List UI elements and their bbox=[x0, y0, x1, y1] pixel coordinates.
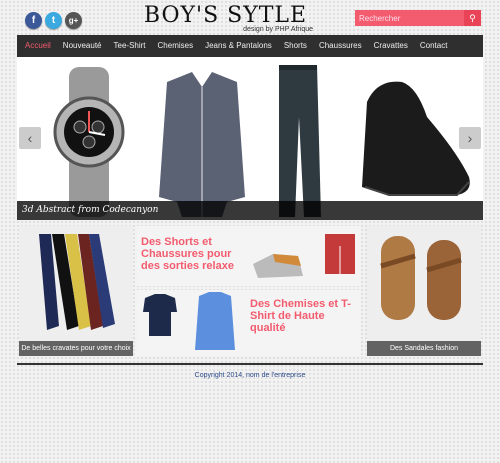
search-input[interactable] bbox=[355, 10, 464, 26]
search-button[interactable]: ⚲ bbox=[464, 10, 481, 26]
slider-next-button[interactable]: › bbox=[459, 127, 481, 149]
promo-sandals[interactable]: Des Sandales fashion bbox=[367, 226, 481, 356]
nav-contact[interactable]: Contact bbox=[414, 35, 454, 57]
shorts-image bbox=[253, 234, 355, 278]
logo-title: BOY'S SYTLE bbox=[143, 3, 308, 28]
promo-shorts[interactable]: Des Shorts et Chaussures pour des sortie… bbox=[137, 226, 361, 286]
twitter-icon[interactable]: t bbox=[45, 12, 62, 29]
ties-image bbox=[39, 234, 115, 330]
search-box: ⚲ bbox=[355, 10, 481, 26]
nav-chemises[interactable]: Chemises bbox=[152, 35, 200, 57]
sandals-image bbox=[380, 236, 462, 320]
hero-slider: ‹ › 3d Abstract from Codecanyon bbox=[17, 57, 483, 220]
slider-image bbox=[53, 65, 470, 217]
nav-cravattes[interactable]: Cravattes bbox=[368, 35, 414, 57]
shirt-image bbox=[159, 72, 245, 217]
page: f t g+ BOY'S SYTLE design by PHP Afrique… bbox=[17, 0, 483, 410]
promo-ties[interactable]: De belles cravates pour votre choix bbox=[19, 226, 133, 356]
jeans-image bbox=[279, 65, 321, 217]
promo-panels: De belles cravates pour votre choix Des … bbox=[17, 226, 483, 356]
footer-copyright: Copyright 2014, nom de l'entreprise bbox=[194, 372, 306, 379]
slider-caption: 3d Abstract from Codecanyon bbox=[17, 201, 483, 220]
nav-tee-shirt[interactable]: Tee-Shirt bbox=[108, 35, 152, 57]
social-links: f t g+ bbox=[25, 12, 82, 29]
footer-divider bbox=[17, 363, 483, 365]
shoe-image bbox=[362, 81, 470, 196]
slider-prev-button[interactable]: ‹ bbox=[19, 127, 41, 149]
search-icon: ⚲ bbox=[469, 12, 476, 23]
nav-accueil[interactable]: Accueil bbox=[19, 35, 57, 57]
google-plus-icon[interactable]: g+ bbox=[65, 12, 82, 29]
nav-chaussures[interactable]: Chaussures bbox=[313, 35, 368, 57]
promo-chemises[interactable]: Des Chemises et T-Shirt de Haute qualité bbox=[137, 290, 361, 356]
logo[interactable]: BOY'S SYTLE design by PHP Afrique bbox=[138, 3, 313, 34]
chemises-title: Des Chemises et T-Shirt de Haute qualité bbox=[250, 298, 351, 334]
nav-nouveaute[interactable]: Nouveauté bbox=[57, 35, 108, 57]
watch-image bbox=[53, 67, 125, 217]
nav-jeans-pantalons[interactable]: Jeans & Pantalons bbox=[199, 35, 278, 57]
ties-label: De belles cravates pour votre choix bbox=[19, 341, 133, 356]
chemises-image bbox=[143, 292, 235, 350]
facebook-icon[interactable]: f bbox=[25, 12, 42, 29]
sandals-label: Des Sandales fashion bbox=[367, 341, 481, 356]
main-nav: Accueil Nouveauté Tee-Shirt Chemises Jea… bbox=[17, 35, 483, 57]
nav-shorts[interactable]: Shorts bbox=[278, 35, 313, 57]
shorts-title: Des Shorts et Chaussures pour des sortie… bbox=[141, 236, 234, 272]
